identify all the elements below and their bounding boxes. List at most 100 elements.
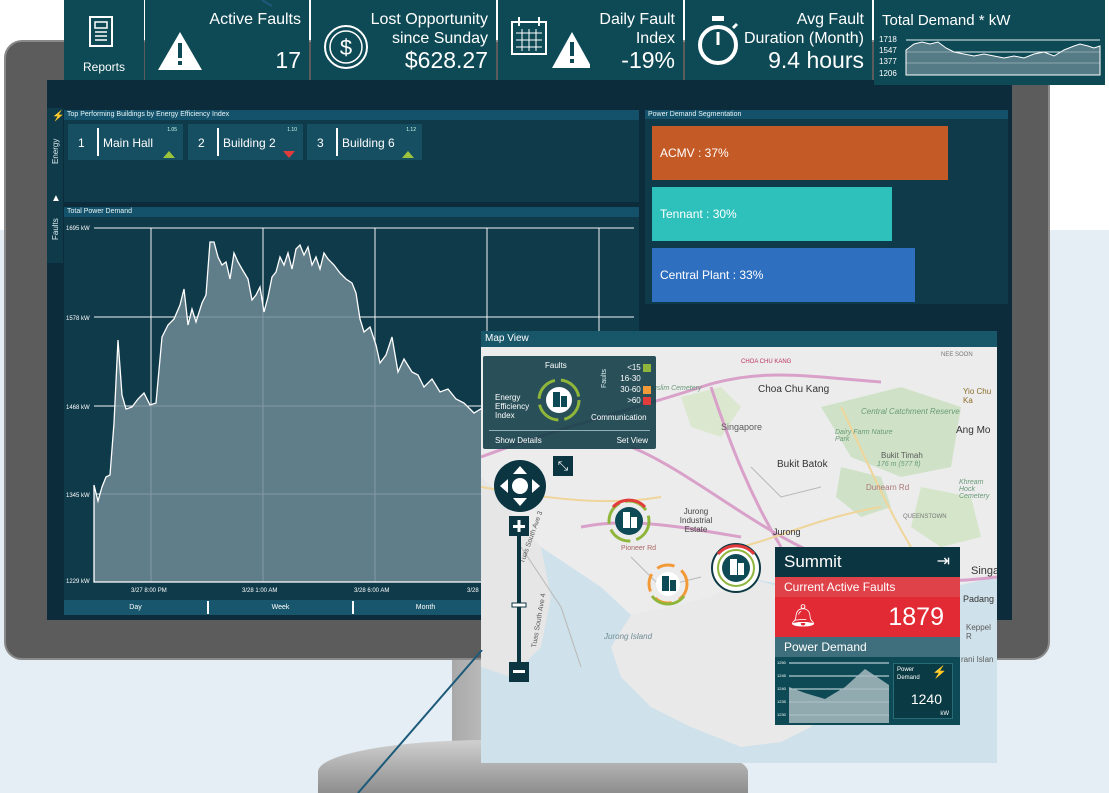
map-label-keppel: Keppel R (966, 623, 991, 641)
building-name: Building 2 (223, 136, 276, 150)
lightning-icon: ⚡ (932, 665, 947, 679)
callout-line-top (261, 0, 273, 7)
power-demand-box: Power Demand ⚡ 1240 kW (893, 663, 953, 719)
legend-communication-label: Communication (591, 413, 647, 422)
set-view-button[interactable]: Set View (617, 436, 648, 445)
warning-icon[interactable]: ▲ (51, 193, 61, 204)
tab-month[interactable]: Month (354, 600, 497, 615)
legend-energy-label: Energy Efficiency Index (495, 393, 530, 420)
building-name: Building 6 (342, 136, 395, 150)
svg-text:$: $ (340, 35, 352, 60)
legend-swatch-blank (643, 375, 651, 383)
trend-down-icon (283, 151, 295, 158)
segment-acmv[interactable]: ACMV : 37% (652, 126, 948, 180)
demand-tick-1206: 1206 (879, 69, 897, 78)
avg-fault-duration-value: 9.4 hours (768, 47, 864, 73)
reports-button[interactable]: Reports (64, 0, 144, 80)
total-power-title: Total Power Demand (64, 207, 639, 217)
map-building-marker[interactable] (708, 540, 764, 596)
demand-tick-1547: 1547 (879, 46, 897, 55)
building-name: Main Hall (103, 136, 154, 150)
map-label-khream: Khream Hock Cemetery (959, 479, 990, 500)
divider (489, 430, 650, 431)
building-rank: 1 (78, 136, 85, 150)
map-building-marker[interactable] (644, 560, 692, 608)
buildings-title: Top Performing Buildings by Energy Effic… (64, 110, 639, 120)
legend-ranges: <15 16-30 30-60 >60 (617, 362, 651, 406)
summit-title: Summit (784, 552, 842, 571)
report-document-icon (89, 16, 113, 47)
map-label-singa: Singa (971, 565, 997, 577)
x-tick-3: 3/28 6:00 AM (354, 588, 389, 594)
lost-opportunity-card[interactable]: $ Lost Opportunity since Sunday $628.27 (311, 0, 496, 80)
y-tick-1578: 1578 kW (66, 316, 90, 322)
legend-swatch-red (643, 396, 651, 405)
map-label-jurong: Jurong (773, 527, 801, 537)
building-index-value: 1.10 (287, 127, 297, 133)
collapse-icon[interactable]: ⤡ (553, 456, 573, 476)
x-tick-4: 3/28 (467, 588, 479, 594)
demand-tick-1377: 1377 (879, 57, 897, 66)
pd-tick-1240: 1240 (777, 686, 787, 691)
avg-fault-duration-card[interactable]: Avg Fault Duration (Month) 9.4 hours (685, 0, 872, 80)
map-label-ang-mo: Ang Mo (956, 425, 991, 436)
pan-control[interactable] (492, 458, 552, 514)
zoom-slider[interactable] (509, 516, 531, 686)
map-label-central-reserve: Central Catchment Reserve (861, 407, 960, 416)
tab-week[interactable]: Week (209, 600, 352, 615)
total-demand-card[interactable]: Total Demand * kW 1718 1547 1377 1206 (874, 0, 1105, 85)
legend-swatch-green (643, 363, 651, 372)
map-label-jurong-island: Jurong Island (604, 632, 653, 641)
current-faults-panel: 🔔︎ 1879 (775, 597, 960, 637)
power-demand-label: Power Demand (775, 637, 960, 657)
map-label-singapore: Singapore (721, 422, 763, 432)
divider (217, 128, 219, 156)
y-tick-1468: 1468 kW (66, 405, 90, 411)
legend-faults-vertical: Faults (601, 368, 608, 388)
building-index-value: 1.12 (406, 127, 416, 133)
legend-range-3: 30-60 (617, 384, 651, 395)
divider (336, 128, 338, 156)
map-label-dunearn: Dunearn Rd (866, 483, 910, 492)
daily-fault-index-card[interactable]: Daily Fault Index -19% (498, 0, 683, 80)
map-legend: Faults Energy Efficiency Index Communicati… (483, 356, 656, 449)
building-rank: 2 (198, 136, 205, 150)
pd-tick-1230: 1230 (777, 712, 787, 717)
summit-header: Summit ⇥ (775, 547, 960, 577)
active-faults-card[interactable]: Active Faults 17 (145, 0, 309, 80)
faults-tab[interactable]: Faults (51, 218, 60, 240)
lost-opportunity-label: Lost Opportunity since Sunday (370, 11, 488, 47)
building-card-2[interactable]: 2 Building 2 1.10 (188, 124, 303, 160)
map-label-dairy-farm: Dairy Farm Nature Park (835, 429, 893, 443)
reports-label: Reports (82, 60, 126, 74)
map-label-choa-chu-kang: Choa Chu Kang (758, 384, 830, 395)
map-view-title: Map View (481, 331, 997, 347)
sign-in-icon[interactable]: ⇥ (937, 547, 950, 577)
energy-tab[interactable]: Energy (51, 139, 60, 164)
building-card-3[interactable]: 3 Building 6 1.12 (307, 124, 422, 160)
pd-tick-1235: 1235 (777, 699, 787, 704)
trend-up-icon (163, 151, 175, 158)
summit-card[interactable]: Summit ⇥ Current Active Faults 🔔︎ 1879 P… (775, 547, 960, 725)
avg-fault-duration-label: Avg Fault Duration (Month) (743, 11, 864, 47)
active-faults-label: Active Faults (209, 11, 301, 28)
y-tick-1229: 1229 kW (66, 579, 90, 585)
power-demand-panel: 1250 1245 1240 1235 1230 Power Demand ⚡ 1… (775, 657, 960, 725)
show-details-button[interactable]: Show Details (495, 436, 542, 445)
building-card-1[interactable]: 1 Main Hall 1.05 (68, 124, 183, 160)
legend-range-2: 16-30 (617, 373, 651, 384)
legend-range-1: <15 (617, 362, 651, 373)
map-label-yio-chu: Yio Chu Ka (963, 387, 992, 405)
map-building-marker[interactable] (603, 495, 655, 547)
segment-central-plant[interactable]: Central Plant : 33% (652, 248, 915, 302)
lightning-icon[interactable]: ⚡ (52, 111, 64, 122)
segment-tennant[interactable]: Tennant : 30% (652, 187, 892, 241)
legend-swatch-orange (643, 385, 651, 394)
total-demand-sparkline: 1718 1547 1377 1206 (879, 35, 1101, 78)
current-faults-value: 1879 (888, 603, 944, 631)
daily-fault-index-value: -19% (621, 47, 675, 73)
building-rank: 3 (317, 136, 324, 150)
daily-fault-index-label: Daily Fault Index (599, 11, 675, 47)
legend-building-icon (537, 378, 581, 422)
tab-day[interactable]: Day (64, 600, 207, 615)
